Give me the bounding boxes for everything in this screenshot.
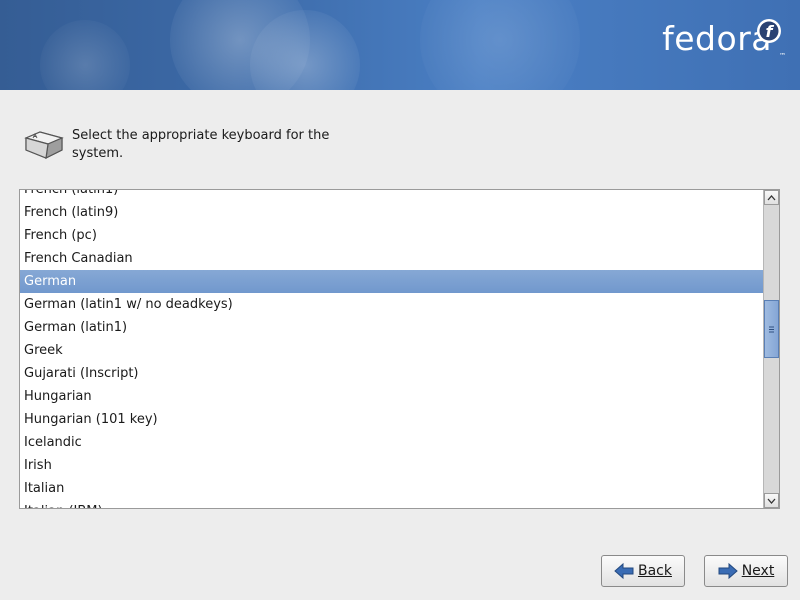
keyboard-prompt: Select the appropriate keyboard for the …	[20, 124, 332, 164]
installer-window: fedora f ™ Select the appropriate keyboa…	[0, 0, 800, 600]
list-item[interactable]: French (pc)	[20, 224, 763, 247]
list-items: French (latin1)French (latin9)French (pc…	[20, 190, 763, 508]
list-item[interactable]: Hungarian	[20, 385, 763, 408]
chevron-down-icon	[767, 498, 776, 504]
prompt-text: Select the appropriate keyboard for the …	[72, 128, 330, 161]
trademark-symbol: ™	[779, 52, 786, 60]
scroll-up-button[interactable]	[764, 190, 779, 205]
scroll-down-button[interactable]	[764, 493, 779, 508]
list-item[interactable]: Irish	[20, 454, 763, 477]
list-item[interactable]: Italian (IBM)	[20, 500, 763, 508]
list-viewport: French (latin1)French (latin9)French (pc…	[20, 190, 763, 508]
list-item[interactable]: French (latin1)	[20, 190, 763, 201]
back-button[interactable]: Back	[601, 555, 685, 587]
list-item[interactable]: French Canadian	[20, 247, 763, 270]
list-item[interactable]: Greek	[20, 339, 763, 362]
keyboard-layout-list[interactable]: French (latin1)French (latin9)French (pc…	[19, 189, 780, 509]
arrow-left-icon	[614, 562, 634, 580]
next-button[interactable]: Next	[704, 555, 788, 587]
vertical-scrollbar[interactable]	[763, 190, 779, 508]
fedora-infinity-icon: f	[757, 19, 781, 43]
grip-icon	[769, 326, 774, 332]
fedora-logo: fedora f ™	[662, 19, 786, 60]
scroll-thumb[interactable]	[764, 300, 779, 358]
list-item[interactable]: Icelandic	[20, 431, 763, 454]
arrow-right-icon	[718, 562, 738, 580]
list-item[interactable]: Italian	[20, 477, 763, 500]
list-item[interactable]: German (latin1 w/ no deadkeys)	[20, 293, 763, 316]
list-item[interactable]: French (latin9)	[20, 201, 763, 224]
list-item[interactable]: Gujarati (Inscript)	[20, 362, 763, 385]
list-item-selected[interactable]: German	[20, 270, 763, 293]
chevron-up-icon	[767, 194, 776, 200]
fedora-header-banner: fedora f ™	[0, 0, 800, 90]
next-button-label: Next	[741, 563, 775, 579]
list-item[interactable]: Hungarian (101 key)	[20, 408, 763, 431]
list-item[interactable]: German (latin1)	[20, 316, 763, 339]
back-button-label: Back	[638, 563, 672, 579]
keyboard-key-icon	[24, 131, 64, 160]
